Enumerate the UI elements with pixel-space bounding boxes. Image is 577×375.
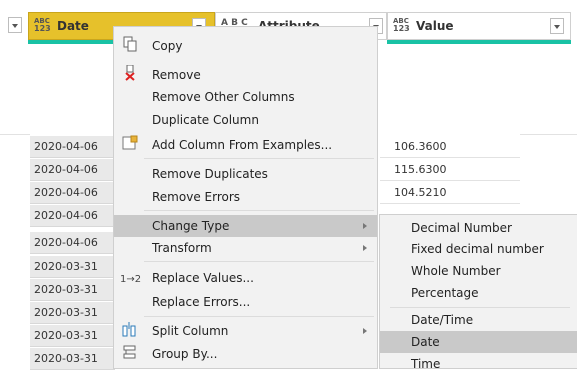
table-cell-date[interactable]: 2020-03-31 [30, 325, 115, 347]
menu-item-remove-other-columns[interactable]: Remove Other Columns [114, 86, 377, 108]
submenu-item-fixed-decimal-number[interactable]: Fixed decimal number [380, 238, 577, 260]
menu-item-remove-duplicates[interactable]: Remove Duplicates [114, 163, 377, 185]
chevron-right-icon [363, 245, 367, 251]
menu-separator [144, 210, 374, 211]
menu-item-split-column[interactable]: Split Column [114, 320, 377, 342]
menu-separator [144, 261, 374, 262]
menu-item-change-type[interactable]: Change Type [114, 215, 377, 237]
menu-item-replace-errors[interactable]: Replace Errors... [114, 291, 377, 313]
menu-item-copy[interactable]: Copy [114, 35, 377, 57]
table-cell-value[interactable]: 115.6300 [380, 159, 520, 181]
table-cell-value[interactable]: 104.5210 [380, 182, 520, 204]
table-cell-date[interactable]: 2020-04-06 [30, 232, 115, 254]
table-cell-date[interactable]: 2020-03-31 [30, 302, 115, 324]
split-column-icon [120, 321, 140, 341]
chevron-right-icon [363, 328, 367, 334]
table-cell-date[interactable]: 2020-04-06 [30, 182, 115, 204]
table-cell-date[interactable]: 2020-04-06 [30, 159, 115, 181]
grid-divider [0, 134, 30, 135]
group-by-icon [120, 344, 140, 364]
any-type-icon[interactable]: ABC 123 [34, 17, 51, 33]
add-column-examples-icon [120, 135, 140, 155]
submenu-item-date-time[interactable]: Date/Time [380, 309, 577, 331]
menu-separator [390, 307, 570, 308]
menu-item-add-column-from-examples[interactable]: Add Column From Examples... [114, 134, 377, 156]
prev-column-dropdown[interactable] [8, 17, 22, 33]
menu-item-duplicate-column[interactable]: Duplicate Column [114, 109, 377, 131]
any-type-icon[interactable]: ABC 123 [393, 17, 410, 33]
submenu-item-time[interactable]: Time [380, 353, 577, 375]
change-type-submenu: Decimal Number Fixed decimal number Whol… [379, 214, 577, 371]
menu-item-replace-values[interactable]: 1→2 Replace Values... [114, 267, 377, 289]
menu-item-remove[interactable]: Remove [114, 64, 377, 86]
column-label-value: Value [416, 19, 454, 33]
submenu-item-percentage[interactable]: Percentage [380, 282, 577, 304]
grid-divider [520, 134, 577, 135]
replace-values-icon: 1→2 [120, 274, 142, 285]
table-cell-value[interactable]: 106.3600 [380, 136, 520, 158]
menu-separator [144, 158, 374, 159]
table-cell-date[interactable]: 2020-04-06 [30, 205, 115, 227]
submenu-item-date[interactable]: Date [380, 331, 577, 353]
column-quality-bar [387, 40, 571, 44]
column-dropdown-value[interactable] [550, 18, 564, 34]
menu-item-transform[interactable]: Transform [114, 237, 377, 259]
menu-separator [144, 316, 374, 317]
table-cell-date[interactable]: 2020-03-31 [30, 348, 115, 370]
table-cell-date[interactable]: 2020-03-31 [30, 256, 115, 278]
column-context-menu: Copy Remove Remove Other Columns Duplica… [113, 26, 378, 369]
menu-item-group-by[interactable]: Group By... [114, 343, 377, 365]
submenu-item-whole-number[interactable]: Whole Number [380, 260, 577, 282]
table-cell-date[interactable]: 2020-03-31 [30, 279, 115, 301]
chevron-right-icon [363, 223, 367, 229]
table-cell-date[interactable]: 2020-04-06 [30, 136, 115, 158]
column-header-value[interactable]: ABC 123 Value [387, 12, 571, 40]
column-label-date: Date [57, 19, 89, 33]
menu-item-remove-errors[interactable]: Remove Errors [114, 186, 377, 208]
copy-icon [120, 36, 140, 56]
submenu-item-decimal-number[interactable]: Decimal Number [380, 217, 577, 239]
remove-column-icon [120, 64, 140, 85]
